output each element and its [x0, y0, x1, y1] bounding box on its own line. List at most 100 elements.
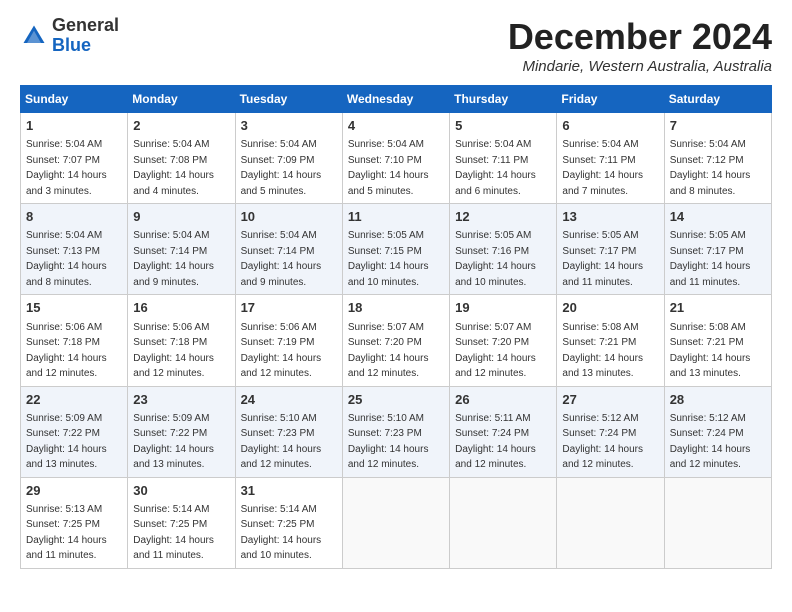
- calendar-cell: 7 Sunrise: 5:04 AMSunset: 7:12 PMDayligh…: [664, 113, 771, 204]
- calendar-cell: 25 Sunrise: 5:10 AMSunset: 7:23 PMDaylig…: [342, 386, 449, 477]
- weekday-header-friday: Friday: [557, 86, 664, 113]
- day-info: Sunrise: 5:04 AMSunset: 7:14 PMDaylight:…: [241, 230, 322, 288]
- day-number: 30: [133, 482, 229, 500]
- day-info: Sunrise: 5:08 AMSunset: 7:21 PMDaylight:…: [670, 322, 751, 380]
- calendar-cell: 24 Sunrise: 5:10 AMSunset: 7:23 PMDaylig…: [235, 386, 342, 477]
- calendar-cell: 9 Sunrise: 5:04 AMSunset: 7:14 PMDayligh…: [128, 204, 235, 295]
- day-number: 29: [26, 482, 122, 500]
- calendar-cell: 18 Sunrise: 5:07 AMSunset: 7:20 PMDaylig…: [342, 295, 449, 386]
- day-info: Sunrise: 5:04 AMSunset: 7:07 PMDaylight:…: [26, 139, 107, 197]
- day-info: Sunrise: 5:09 AMSunset: 7:22 PMDaylight:…: [133, 413, 214, 471]
- calendar-cell: 21 Sunrise: 5:08 AMSunset: 7:21 PMDaylig…: [664, 295, 771, 386]
- day-info: Sunrise: 5:06 AMSunset: 7:19 PMDaylight:…: [241, 322, 322, 380]
- title-block: December 2024 Mindarie, Western Australi…: [508, 16, 772, 75]
- day-info: Sunrise: 5:04 AMSunset: 7:11 PMDaylight:…: [562, 139, 643, 197]
- day-info: Sunrise: 5:05 AMSunset: 7:16 PMDaylight:…: [455, 230, 536, 288]
- calendar-week-row: 1 Sunrise: 5:04 AMSunset: 7:07 PMDayligh…: [21, 113, 772, 204]
- day-info: Sunrise: 5:05 AMSunset: 7:17 PMDaylight:…: [562, 230, 643, 288]
- weekday-header-saturday: Saturday: [664, 86, 771, 113]
- day-number: 4: [348, 117, 444, 135]
- day-number: 6: [562, 117, 658, 135]
- calendar-cell: 2 Sunrise: 5:04 AMSunset: 7:08 PMDayligh…: [128, 113, 235, 204]
- day-info: Sunrise: 5:09 AMSunset: 7:22 PMDaylight:…: [26, 413, 107, 471]
- month-title: December 2024: [508, 16, 772, 58]
- day-info: Sunrise: 5:08 AMSunset: 7:21 PMDaylight:…: [562, 322, 643, 380]
- calendar-cell: 12 Sunrise: 5:05 AMSunset: 7:16 PMDaylig…: [450, 204, 557, 295]
- day-info: Sunrise: 5:07 AMSunset: 7:20 PMDaylight:…: [348, 322, 429, 380]
- calendar-cell: 5 Sunrise: 5:04 AMSunset: 7:11 PMDayligh…: [450, 113, 557, 204]
- calendar-week-row: 22 Sunrise: 5:09 AMSunset: 7:22 PMDaylig…: [21, 386, 772, 477]
- day-number: 17: [241, 299, 337, 317]
- page-header: General Blue December 2024 Mindarie, Wes…: [20, 16, 772, 75]
- day-number: 16: [133, 299, 229, 317]
- calendar-cell: 22 Sunrise: 5:09 AMSunset: 7:22 PMDaylig…: [21, 386, 128, 477]
- day-info: Sunrise: 5:12 AMSunset: 7:24 PMDaylight:…: [670, 413, 751, 471]
- day-info: Sunrise: 5:04 AMSunset: 7:14 PMDaylight:…: [133, 230, 214, 288]
- calendar-cell: 19 Sunrise: 5:07 AMSunset: 7:20 PMDaylig…: [450, 295, 557, 386]
- calendar-cell: 23 Sunrise: 5:09 AMSunset: 7:22 PMDaylig…: [128, 386, 235, 477]
- calendar-cell: [664, 477, 771, 568]
- day-info: Sunrise: 5:13 AMSunset: 7:25 PMDaylight:…: [26, 504, 107, 562]
- calendar-cell: 4 Sunrise: 5:04 AMSunset: 7:10 PMDayligh…: [342, 113, 449, 204]
- day-number: 27: [562, 391, 658, 409]
- day-info: Sunrise: 5:12 AMSunset: 7:24 PMDaylight:…: [562, 413, 643, 471]
- day-number: 8: [26, 208, 122, 226]
- calendar-cell: 3 Sunrise: 5:04 AMSunset: 7:09 PMDayligh…: [235, 113, 342, 204]
- day-info: Sunrise: 5:04 AMSunset: 7:11 PMDaylight:…: [455, 139, 536, 197]
- day-number: 2: [133, 117, 229, 135]
- logo-blue: Blue: [52, 35, 91, 55]
- day-number: 25: [348, 391, 444, 409]
- day-number: 21: [670, 299, 766, 317]
- day-info: Sunrise: 5:14 AMSunset: 7:25 PMDaylight:…: [133, 504, 214, 562]
- day-info: Sunrise: 5:14 AMSunset: 7:25 PMDaylight:…: [241, 504, 322, 562]
- logo: General Blue: [20, 16, 119, 56]
- calendar-cell: 16 Sunrise: 5:06 AMSunset: 7:18 PMDaylig…: [128, 295, 235, 386]
- day-number: 20: [562, 299, 658, 317]
- day-number: 7: [670, 117, 766, 135]
- day-number: 18: [348, 299, 444, 317]
- weekday-header-tuesday: Tuesday: [235, 86, 342, 113]
- weekday-header-monday: Monday: [128, 86, 235, 113]
- calendar-table: SundayMondayTuesdayWednesdayThursdayFrid…: [20, 85, 772, 569]
- day-number: 5: [455, 117, 551, 135]
- day-number: 12: [455, 208, 551, 226]
- day-info: Sunrise: 5:05 AMSunset: 7:17 PMDaylight:…: [670, 230, 751, 288]
- day-info: Sunrise: 5:04 AMSunset: 7:12 PMDaylight:…: [670, 139, 751, 197]
- weekday-header-sunday: Sunday: [21, 86, 128, 113]
- calendar-cell: 28 Sunrise: 5:12 AMSunset: 7:24 PMDaylig…: [664, 386, 771, 477]
- calendar-week-row: 15 Sunrise: 5:06 AMSunset: 7:18 PMDaylig…: [21, 295, 772, 386]
- logo-text: General Blue: [52, 16, 119, 56]
- day-number: 9: [133, 208, 229, 226]
- weekday-header-wednesday: Wednesday: [342, 86, 449, 113]
- calendar-week-row: 29 Sunrise: 5:13 AMSunset: 7:25 PMDaylig…: [21, 477, 772, 568]
- calendar-week-row: 8 Sunrise: 5:04 AMSunset: 7:13 PMDayligh…: [21, 204, 772, 295]
- calendar-cell: 31 Sunrise: 5:14 AMSunset: 7:25 PMDaylig…: [235, 477, 342, 568]
- calendar-cell: 14 Sunrise: 5:05 AMSunset: 7:17 PMDaylig…: [664, 204, 771, 295]
- day-number: 24: [241, 391, 337, 409]
- day-info: Sunrise: 5:04 AMSunset: 7:13 PMDaylight:…: [26, 230, 107, 288]
- logo-icon: [20, 22, 48, 50]
- calendar-cell: 17 Sunrise: 5:06 AMSunset: 7:19 PMDaylig…: [235, 295, 342, 386]
- day-info: Sunrise: 5:10 AMSunset: 7:23 PMDaylight:…: [348, 413, 429, 471]
- day-info: Sunrise: 5:04 AMSunset: 7:08 PMDaylight:…: [133, 139, 214, 197]
- day-info: Sunrise: 5:10 AMSunset: 7:23 PMDaylight:…: [241, 413, 322, 471]
- calendar-cell: 6 Sunrise: 5:04 AMSunset: 7:11 PMDayligh…: [557, 113, 664, 204]
- calendar-cell: 10 Sunrise: 5:04 AMSunset: 7:14 PMDaylig…: [235, 204, 342, 295]
- calendar-cell: 26 Sunrise: 5:11 AMSunset: 7:24 PMDaylig…: [450, 386, 557, 477]
- day-number: 13: [562, 208, 658, 226]
- day-number: 23: [133, 391, 229, 409]
- calendar-cell: 27 Sunrise: 5:12 AMSunset: 7:24 PMDaylig…: [557, 386, 664, 477]
- day-number: 26: [455, 391, 551, 409]
- calendar-cell: 1 Sunrise: 5:04 AMSunset: 7:07 PMDayligh…: [21, 113, 128, 204]
- day-info: Sunrise: 5:06 AMSunset: 7:18 PMDaylight:…: [26, 322, 107, 380]
- day-number: 22: [26, 391, 122, 409]
- day-number: 28: [670, 391, 766, 409]
- weekday-header-thursday: Thursday: [450, 86, 557, 113]
- day-number: 31: [241, 482, 337, 500]
- day-number: 3: [241, 117, 337, 135]
- calendar-cell: 11 Sunrise: 5:05 AMSunset: 7:15 PMDaylig…: [342, 204, 449, 295]
- day-info: Sunrise: 5:06 AMSunset: 7:18 PMDaylight:…: [133, 322, 214, 380]
- logo-general: General: [52, 15, 119, 35]
- calendar-cell: 8 Sunrise: 5:04 AMSunset: 7:13 PMDayligh…: [21, 204, 128, 295]
- day-info: Sunrise: 5:11 AMSunset: 7:24 PMDaylight:…: [455, 413, 536, 471]
